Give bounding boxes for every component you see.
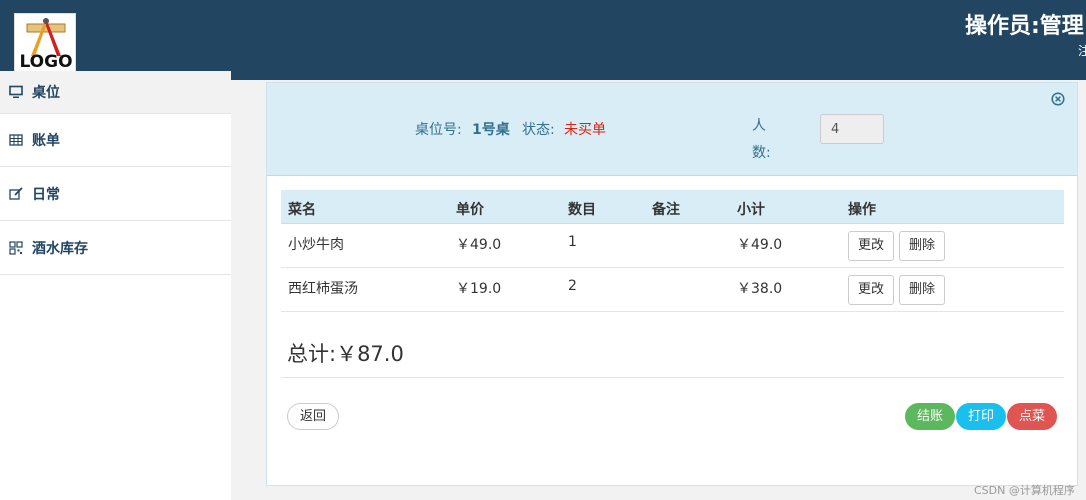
dish-name: 西红柿蛋汤 <box>288 281 358 297</box>
table-number-label: 桌位号: <box>415 122 462 138</box>
edit-icon <box>9 186 23 200</box>
sidebar-item-label: 桌位 <box>32 85 60 101</box>
dish-subtotal: ￥49.0 <box>737 237 783 253</box>
delete-button[interactable]: 删除 <box>899 275 946 305</box>
watermark: CSDN @计算机程序 <box>974 484 1075 497</box>
order-dish-button[interactable]: 点菜 <box>1007 403 1058 430</box>
people-count-label: 人数: <box>752 118 771 161</box>
sidebar-item-daily[interactable]: 日常 <box>0 167 231 221</box>
order-panel-header: 桌位号: 1号桌 状态: 未买单 人数: <box>267 83 1077 176</box>
operator-title: 操作员:管理 <box>965 14 1084 39</box>
column-header-qty: 数目 <box>568 202 596 218</box>
sidebar-item-label: 日常 <box>32 186 60 203</box>
operator-sub[interactable]: 注 <box>1078 42 1086 59</box>
sidebar-item-label: 酒水库存 <box>32 240 88 257</box>
logo-text: LOGO <box>19 52 73 72</box>
table-row: 小炒牛肉 ￥49.0 1 ￥49.0 更改 删除 <box>281 224 1064 268</box>
sidebar-item-bills[interactable]: 账单 <box>0 113 231 167</box>
status-value: 未买单 <box>564 122 606 138</box>
order-total: 总计:￥87.0 <box>287 342 404 366</box>
dish-qty: 1 <box>568 234 577 250</box>
print-button[interactable]: 打印 <box>956 403 1007 430</box>
edit-button[interactable]: 更改 <box>848 275 895 305</box>
column-header-subtotal: 小计 <box>737 202 765 218</box>
dish-name: 小炒牛肉 <box>288 237 344 253</box>
edit-button[interactable]: 更改 <box>848 231 895 261</box>
divider <box>281 377 1064 378</box>
dish-price: ￥19.0 <box>456 281 502 297</box>
column-header-note: 备注 <box>652 202 680 218</box>
table-header: 菜名 单价 数目 备注 小计 操作 <box>281 190 1064 224</box>
order-panel: 桌位号: 1号桌 状态: 未买单 人数: 菜名 单价 数目 备注 小计 操作 小… <box>266 82 1078 486</box>
column-header-price: 单价 <box>456 202 484 218</box>
dish-subtotal: ￥38.0 <box>737 281 783 297</box>
column-header-dish: 菜名 <box>288 202 316 218</box>
close-icon[interactable] <box>1051 92 1065 106</box>
delete-button[interactable]: 删除 <box>899 231 946 261</box>
back-button[interactable]: 返回 <box>287 403 340 430</box>
table-row: 西红柿蛋汤 ￥19.0 2 ￥38.0 更改 删除 <box>281 268 1064 312</box>
checkout-button[interactable]: 结账 <box>905 403 956 430</box>
dish-price: ￥49.0 <box>456 237 502 253</box>
sidebar: 桌位 账单 日常 酒水库存 <box>0 71 231 500</box>
app-logo[interactable]: LOGO <box>14 13 76 75</box>
people-count-input[interactable] <box>820 114 884 144</box>
top-header: LOGO 操作员:管理 注 <box>0 0 1086 80</box>
dish-qty: 2 <box>568 278 577 294</box>
table-number-value: 1号桌 <box>472 122 510 138</box>
monitor-icon <box>9 85 23 98</box>
status-label: 状态: <box>522 122 555 138</box>
column-header-actions: 操作 <box>848 202 876 218</box>
qrcode-icon <box>9 240 23 255</box>
sidebar-item-tables[interactable]: 桌位 <box>0 71 231 113</box>
table-icon <box>9 134 23 146</box>
sidebar-item-label: 账单 <box>32 133 60 149</box>
sidebar-item-drinks-stock[interactable]: 酒水库存 <box>0 221 231 275</box>
